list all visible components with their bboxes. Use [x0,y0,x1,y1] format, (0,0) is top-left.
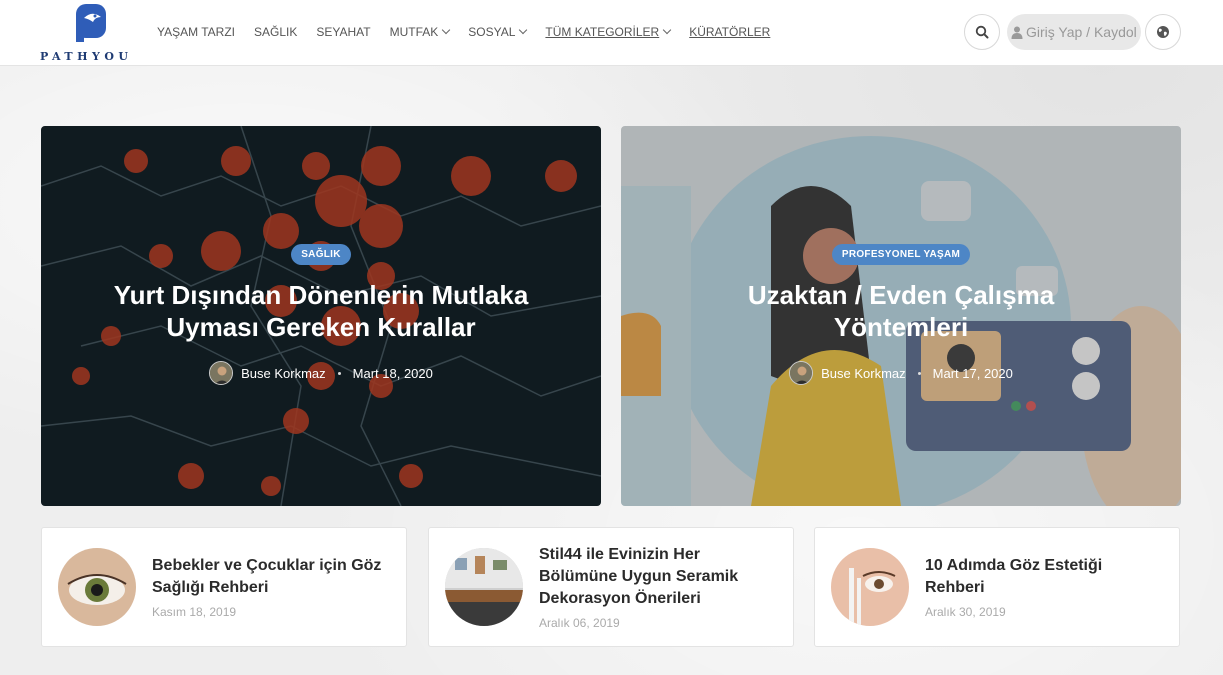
login-label: Giriş Yap / Kaydol [1026,24,1137,40]
card-title[interactable]: Stil44 ile Evinizin Her Bölümüne Uygun S… [539,544,779,610]
chevron-down-icon [519,25,528,35]
logo-text: PATHYOU [40,50,133,63]
post-meta: Buse Korkmaz Mart 18, 2020 [41,361,601,385]
post-date: Mart 17, 2020 [932,365,1013,381]
post-thumbnail[interactable] [831,548,909,626]
post-thumbnail[interactable] [58,548,136,626]
card-date: Aralık 30, 2019 [925,605,1006,619]
nav-item-tum-kategoriler[interactable]: TÜM KATEGORİLER [545,24,672,40]
nav-label: TÜM KATEGORİLER [545,25,660,39]
post-date: Mart 18, 2020 [352,365,433,381]
author-avatar[interactable] [209,361,234,385]
logo-mark-icon [76,4,106,42]
category-badge[interactable]: SAĞLIK [291,244,351,265]
nav-label: SAĞLIK [254,25,298,39]
author-name[interactable]: Buse Korkmaz [821,366,906,381]
author-name[interactable]: Buse Korkmaz [241,366,326,381]
post-meta: Buse Korkmaz Mart 17, 2020 [621,361,1181,385]
featured-content: SAĞLIK Yurt Dışından Dönenlerin Mutlaka … [41,244,601,385]
nav-label: MUTFAK [389,25,439,39]
main-nav: YAŞAM TARZI SAĞLIK SEYAHAT MUTFAK SOSYAL… [157,24,789,40]
search-button[interactable] [964,14,1000,50]
language-button[interactable] [1145,14,1181,50]
post-card-2[interactable]: Stil44 ile Evinizin Her Bölümüne Uygun S… [428,527,794,647]
search-icon [975,25,989,39]
card-date: Aralık 06, 2019 [539,616,620,630]
post-thumbnail[interactable] [445,548,523,626]
post-card-3[interactable]: 10 Adımda Göz Estetiği Rehberi Aralık 30… [814,527,1180,647]
separator-dot [917,371,921,375]
nav-item-kuratorler[interactable]: KÜRATÖRLER [689,24,770,40]
user-icon [1011,26,1023,39]
nav-item-mutfak[interactable]: MUTFAK [389,24,451,40]
featured-content: PROFESYONEL YAŞAM Uzaktan / Evden Çalışm… [621,244,1181,385]
chevron-down-icon [662,25,672,35]
nav-label: SEYAHAT [316,25,371,39]
card-text: Bebekler ve Çocuklar için Göz Sağlığı Re… [152,528,392,646]
chevron-down-icon [442,25,451,35]
login-button[interactable]: Giriş Yap / Kaydol [1007,14,1141,50]
post-card-1[interactable]: Bebekler ve Çocuklar için Göz Sağlığı Re… [41,527,407,647]
card-text: 10 Adımda Göz Estetiği Rehberi Aralık 30… [925,528,1165,646]
card-date: Kasım 18, 2019 [152,605,237,619]
site-header: PATHYOU YAŞAM TARZI SAĞLIK SEYAHAT MUTFA… [0,0,1223,66]
nav-item-sosyal[interactable]: SOSYAL [468,24,528,40]
featured-title[interactable]: Uzaktan / Evden Çalışma Yöntemleri [711,279,1091,343]
card-text: Stil44 ile Evinizin Her Bölümüne Uygun S… [539,528,779,646]
globe-icon [1157,26,1169,38]
featured-post-1[interactable]: SAĞLIK Yurt Dışından Dönenlerin Mutlaka … [41,126,601,506]
separator-dot [337,371,341,375]
nav-item-saglik[interactable]: SAĞLIK [254,24,297,40]
category-badge[interactable]: PROFESYONEL YAŞAM [831,244,971,265]
featured-post-2[interactable]: PROFESYONEL YAŞAM Uzaktan / Evden Çalışm… [621,126,1181,506]
nav-item-seyahat[interactable]: SEYAHAT [316,24,370,40]
featured-title[interactable]: Yurt Dışından Dönenlerin Mutlaka Uyması … [81,279,561,343]
nav-item-yasam-tarzi[interactable]: YAŞAM TARZI [157,24,235,40]
card-title[interactable]: 10 Adımda Göz Estetiği Rehberi [925,555,1165,599]
author-avatar[interactable] [789,361,814,385]
card-title[interactable]: Bebekler ve Çocuklar için Göz Sağlığı Re… [152,555,392,599]
nav-label: KÜRATÖRLER [689,25,771,39]
nav-label: SOSYAL [468,25,516,39]
site-logo[interactable]: PATHYOU [38,4,138,63]
nav-label: YAŞAM TARZI [157,25,236,39]
